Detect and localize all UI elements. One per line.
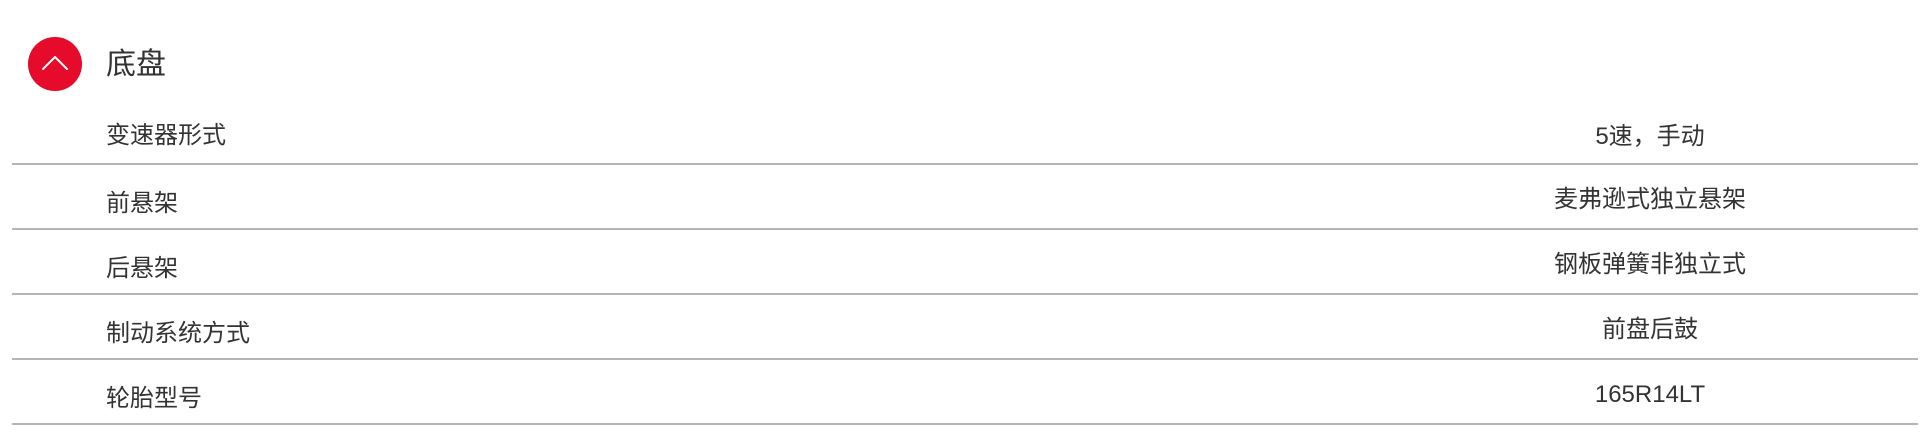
spec-label: 后悬架 <box>106 255 178 282</box>
spec-value: 5速，手动 <box>1595 123 1705 150</box>
spec-table: 变速器形式 5速，手动 前悬架 麦弗逊式独立悬架 后悬架 钢板弹簧非独立式 制动… <box>12 100 1918 425</box>
spec-label: 轮胎型号 <box>106 385 202 412</box>
spec-value: 165R14LT <box>1594 381 1706 408</box>
spec-value: 钢板弹簧非独立式 <box>1554 251 1746 278</box>
spec-row-tire-model: 轮胎型号 165R14LT <box>12 360 1918 425</box>
spec-label: 前悬架 <box>106 190 178 217</box>
spec-row-transmission: 变速器形式 5速，手动 <box>12 100 1918 165</box>
spec-row-brake-system: 制动系统方式 前盘后鼓 <box>12 295 1918 360</box>
chevron-up-icon <box>42 56 68 70</box>
section-header: 底盘 <box>0 37 600 93</box>
section-title: 底盘 <box>106 48 166 81</box>
spec-value: 麦弗逊式独立悬架 <box>1554 186 1746 213</box>
spec-row-front-suspension: 前悬架 麦弗逊式独立悬架 <box>12 165 1918 230</box>
spec-label: 制动系统方式 <box>106 320 250 347</box>
chassis-spec-section: 底盘 变速器形式 5速，手动 前悬架 麦弗逊式独立悬架 后悬架 钢板弹簧非独立式… <box>0 0 1920 437</box>
spec-row-rear-suspension: 后悬架 钢板弹簧非独立式 <box>12 230 1918 295</box>
spec-value: 前盘后鼓 <box>1602 316 1698 343</box>
spec-label: 变速器形式 <box>106 122 226 149</box>
collapse-toggle-button[interactable] <box>28 37 82 91</box>
